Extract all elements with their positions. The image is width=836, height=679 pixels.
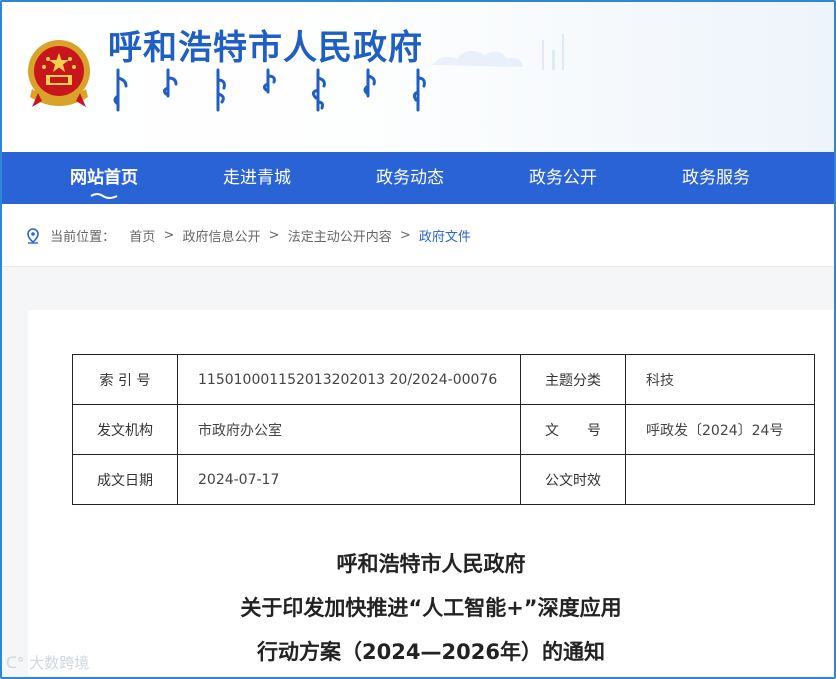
nav-item-home[interactable]: 网站首页 [44,152,164,204]
breadcrumb-current[interactable]: 政府文件 [419,230,471,245]
table-row: 发文机构 市政府办公室 文 号 呼政发〔2024〕24号 [72,404,815,455]
watermark-logo-icon: ᑕ° [6,654,25,672]
main-nav: 网站首页 走进青城 政务动态 政务公开 政务服务 [2,152,834,204]
watermark-text: 大数跨境 [29,654,90,672]
breadcrumb-bar: 当前位置： 首页 > 政府信息公开 > 法定主动公开内容 > 政府文件 [2,204,834,267]
document-panel: 索 引 号 115010001152013202013 20/2024-0007… [28,310,834,677]
nav-item-label: 政务服务 [682,168,750,188]
document-meta-table: 索 引 号 115010001152013202013 20/2024-0007… [72,354,815,505]
meta-value: 市政府办公室 [177,404,521,455]
document-title-line: 关于印发加快推进“人工智能+”深度应用 [240,596,622,620]
meta-value: 科技 [625,354,815,405]
breadcrumb-separator: > [399,228,411,243]
meta-label: 发文机构 [72,404,178,455]
table-row: 成文日期 2024-07-17 公文时效 [72,454,815,505]
breadcrumb-link-content[interactable]: 法定主动公开内容 [288,230,392,245]
browser-frame: 呼和浩特市人民政府 网站首页 走进青城 政务动态 政务公开 政务服务 当前位置：… [0,0,836,679]
meta-label: 主题分类 [520,354,626,405]
mongolian-script-title [113,68,426,112]
meta-label: 文 号 [520,404,626,455]
nav-item-services[interactable]: 政务服务 [656,152,776,204]
breadcrumb-link-home[interactable]: 首页 [129,230,155,245]
document-title-line: 行动方案（2024—2026年）的通知 [257,640,605,664]
meta-label: 成文日期 [72,454,178,505]
breadcrumb: 当前位置： 首页 > 政府信息公开 > 法定主动公开内容 > 政府文件 [26,226,471,245]
breadcrumb-separator: > [268,228,280,243]
nav-item-about-city[interactable]: 走进青城 [197,152,317,204]
meta-label: 索 引 号 [72,354,178,405]
nav-item-label: 走进青城 [223,168,291,188]
breadcrumb-prefix: 当前位置： [50,230,116,245]
nav-item-disclosure[interactable]: 政务公开 [503,152,623,204]
document-title-line: 呼和浩特市人民政府 [336,552,526,576]
meta-value: 115010001152013202013 20/2024-00076 [177,354,521,405]
nav-item-label: 网站首页 [70,168,138,188]
meta-value [625,454,815,505]
site-header: 呼和浩特市人民政府 [2,2,834,152]
meta-value: 呼政发〔2024〕24号 [625,404,815,455]
national-emblem-icon [28,40,90,107]
active-indicator-icon [90,193,118,199]
site-title[interactable]: 呼和浩特市人民政府 [108,20,423,69]
location-pin-icon [27,227,39,244]
breadcrumb-link-info[interactable]: 政府信息公开 [183,230,261,245]
meta-label: 公文时效 [520,454,626,505]
breadcrumb-separator: > [163,228,175,243]
nav-item-label: 政务动态 [376,168,444,188]
watermark: ᑕ° 大数跨境 [6,652,89,673]
table-row: 索 引 号 115010001152013202013 20/2024-0007… [72,354,815,405]
nav-item-label: 政务公开 [529,168,597,188]
nav-item-news[interactable]: 政务动态 [350,152,470,204]
meta-value: 2024-07-17 [177,454,521,505]
